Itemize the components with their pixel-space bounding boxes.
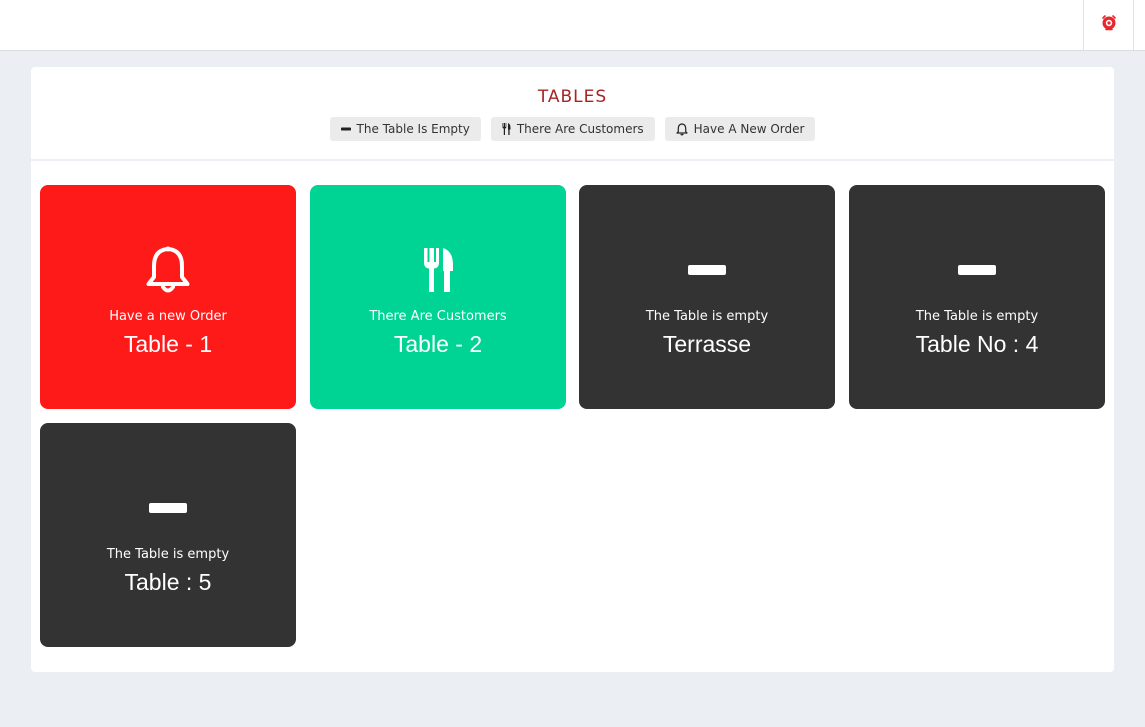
utensils-icon (502, 123, 511, 135)
table-tile[interactable]: Have a new Order Table - 1 (40, 185, 296, 409)
top-bar (0, 0, 1145, 51)
notification-button[interactable] (1083, 0, 1134, 50)
legend-label: The Table Is Empty (356, 122, 470, 136)
table-status: There Are Customers (369, 309, 507, 324)
legend-empty: The Table Is Empty (329, 117, 481, 141)
page-title: TABLES (537, 87, 608, 107)
card-header: TABLES The Table Is Empty There Are Cust… (31, 67, 1114, 161)
legend-label: There Are Customers (516, 122, 644, 136)
utensils-icon (310, 245, 566, 295)
table-name: Table : 5 (124, 569, 212, 595)
table-name: Table No : 4 (915, 331, 1039, 357)
table-status: The Table is empty (106, 547, 230, 562)
legend-customers: There Are Customers (490, 117, 655, 141)
table-tile[interactable]: The Table is empty Table : 5 (40, 423, 296, 647)
minus-icon (579, 245, 835, 295)
legend-new-order: Have A New Order (664, 117, 816, 141)
table-name: Terrasse (662, 331, 752, 357)
table-name: Table - 1 (123, 331, 213, 357)
table-tile[interactable]: The Table is empty Terrasse (579, 185, 835, 409)
alarm-icon (1100, 14, 1118, 36)
table-tile[interactable]: The Table is empty Table No : 4 (849, 185, 1105, 409)
minus-icon (340, 124, 351, 134)
table-tile[interactable]: There Are Customers Table - 2 (310, 185, 566, 409)
table-status: The Table is empty (645, 309, 769, 324)
table-status: The Table is empty (915, 309, 1039, 324)
table-name: Table - 2 (393, 331, 483, 357)
bell-icon (40, 245, 296, 295)
legend: The Table Is Empty There Are Customers H… (31, 117, 1114, 141)
table-status: Have a new Order (109, 309, 227, 324)
tables-card: TABLES The Table Is Empty There Are Cust… (31, 67, 1114, 672)
minus-icon (849, 245, 1105, 295)
bell-icon (676, 122, 688, 136)
legend-label: Have A New Order (693, 122, 805, 136)
minus-icon (40, 483, 296, 533)
